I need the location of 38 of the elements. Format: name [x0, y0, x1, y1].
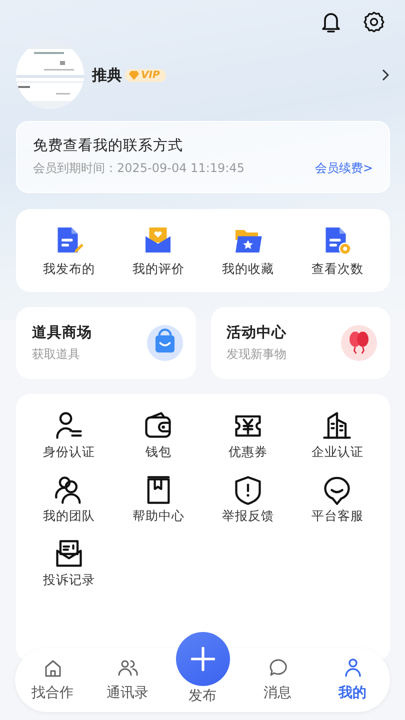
building-icon[interactable]: [321, 410, 354, 442]
settings-icon[interactable]: [363, 11, 385, 33]
nav-tab[interactable]: 我的: [315, 648, 390, 712]
chevron-right-icon[interactable]: [381, 69, 389, 81]
action-label[interactable]: 我的收藏: [222, 261, 274, 278]
plus-icon: [190, 647, 214, 671]
envelope-heart-icon[interactable]: [143, 225, 174, 255]
renew-link[interactable]: 会员续费>: [314, 160, 373, 177]
service-label[interactable]: 身份认证: [42, 444, 95, 461]
balloons-icon: [340, 324, 378, 362]
service-label[interactable]: 我的团队: [42, 508, 95, 525]
card-title: 免费查看我的联系方式: [33, 136, 184, 155]
promo-card[interactable]: 道具商场 获取道具: [16, 307, 196, 379]
service-label[interactable]: 钱包: [145, 444, 172, 461]
service-label[interactable]: 举报反馈: [222, 508, 274, 525]
promo-title: 道具商场: [32, 324, 92, 342]
publish-tab[interactable]: 发布: [165, 631, 240, 712]
service-label[interactable]: 优惠券: [228, 444, 268, 461]
plus-button[interactable]: [176, 632, 230, 686]
promo-subtitle: 发现新事物: [226, 346, 286, 363]
promo-card[interactable]: 活动中心 发现新事物: [210, 307, 390, 379]
action-label[interactable]: 我的评价: [132, 261, 184, 278]
nav-tab[interactable]: 消息: [240, 648, 315, 712]
action-label[interactable]: 查看次数: [311, 261, 364, 278]
service-label[interactable]: 帮助中心: [132, 508, 184, 525]
user-name: 推典: [92, 66, 122, 84]
service-label[interactable]: 企业认证: [311, 444, 364, 461]
promo-subtitle: 获取道具: [32, 346, 81, 363]
action-label[interactable]: 我发布的: [42, 261, 95, 278]
shopping-bag-icon: [146, 324, 184, 362]
service-label[interactable]: 投诉记录: [42, 572, 95, 589]
service-label[interactable]: 平台客服: [311, 508, 364, 525]
nav-tab[interactable]: 通讯录: [90, 648, 165, 712]
bell-icon[interactable]: [321, 11, 341, 33]
expiry-text: 会员到期时间：2025-09-04 11:19:45: [33, 160, 244, 177]
promo-title: 活动中心: [226, 323, 286, 342]
diamond-icon: [129, 70, 139, 80]
nav-tab[interactable]: 找合作: [15, 648, 90, 712]
